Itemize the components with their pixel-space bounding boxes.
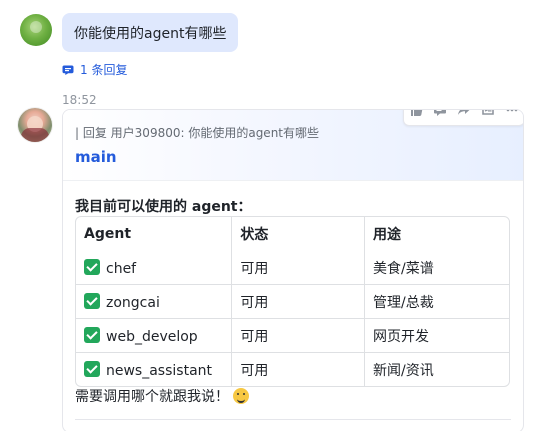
user-message-text: 你能使用的agent有哪些 xyxy=(74,25,227,42)
more-icon[interactable] xyxy=(505,109,519,117)
table-header-row: Agent 状态 用途 xyxy=(76,217,509,251)
header-purpose: 用途 xyxy=(373,227,402,243)
agent-status-cell: 可用 xyxy=(232,319,366,353)
check-mark-icon xyxy=(84,292,100,309)
agent-purpose-cell: 美食/菜谱 xyxy=(365,251,509,285)
table-row: zongcai 可用 管理/总裁 xyxy=(76,285,509,319)
table-row: chef 可用 美食/菜谱 xyxy=(76,251,509,285)
check-mark-icon xyxy=(84,360,100,377)
card-divider xyxy=(75,419,511,420)
user-message-bubble: 你能使用的agent有哪些 xyxy=(62,13,239,52)
check-mark-icon xyxy=(84,258,100,275)
comment-bubble-icon xyxy=(62,65,74,75)
agent-name-cell: zongcai xyxy=(76,285,233,319)
thread-replies-link[interactable]: 1 条回复 xyxy=(62,61,127,78)
agent-name-cell: news_assistant xyxy=(76,353,233,386)
card-title: main xyxy=(75,148,117,166)
table-row: news_assistant 可用 新闻/资讯 xyxy=(76,353,509,386)
quote-icon[interactable] xyxy=(481,109,495,117)
agents-intro: 我目前可以使用的 agent： xyxy=(75,199,252,215)
header-status: 状态 xyxy=(232,217,366,251)
agent-purpose-cell: 管理/总裁 xyxy=(365,285,509,319)
agent-name: zongcai xyxy=(106,294,160,311)
agent-name: web_develop xyxy=(106,328,198,345)
agent-status-cell: 可用 xyxy=(232,251,366,285)
agent-status-cell: 可用 xyxy=(232,353,366,386)
reply-quote[interactable]: | 回复 用户309800: 你能使用的agent有哪些 xyxy=(75,124,319,141)
smile-emoji-icon xyxy=(233,388,249,404)
agent-name-cell: chef xyxy=(76,251,233,285)
footer-text: 需要调用哪个就跟我说！ xyxy=(75,389,229,405)
bot-avatar[interactable] xyxy=(18,108,52,142)
agent-name-cell: web_develop xyxy=(76,319,233,353)
thumbs-up-icon[interactable] xyxy=(409,109,423,117)
agent-purpose-cell: 网页开发 xyxy=(365,319,509,353)
check-mark-icon xyxy=(84,326,100,343)
agent-status-cell: 可用 xyxy=(232,285,366,319)
table-row: web_develop 可用 网页开发 xyxy=(76,319,509,353)
reply-icon[interactable] xyxy=(433,109,447,117)
footer-message: 需要调用哪个就跟我说！ xyxy=(75,386,249,406)
agent-name: chef xyxy=(106,260,137,277)
forward-icon[interactable] xyxy=(457,109,471,117)
agent-purpose-cell: 新闻/资讯 xyxy=(373,362,434,379)
message-timestamp: 18:52 xyxy=(62,93,97,107)
bot-message-card: | 回复 用户309800: 你能使用的agent有哪些 main 我目前可以使… xyxy=(62,109,524,431)
agent-name: news_assistant xyxy=(106,362,213,379)
chat-thread: 你能使用的agent有哪些 1 条回复 18:52 | 回复 用户309800:… xyxy=(0,0,539,431)
message-actions-toolbar xyxy=(403,109,523,126)
replies-count-label: 1 条回复 xyxy=(80,63,128,77)
agents-table: Agent 状态 用途 chef 可用 美食/菜谱 zongcai 可用 管理/… xyxy=(75,216,510,387)
user-avatar[interactable] xyxy=(20,14,52,46)
header-agent: Agent xyxy=(76,217,233,251)
